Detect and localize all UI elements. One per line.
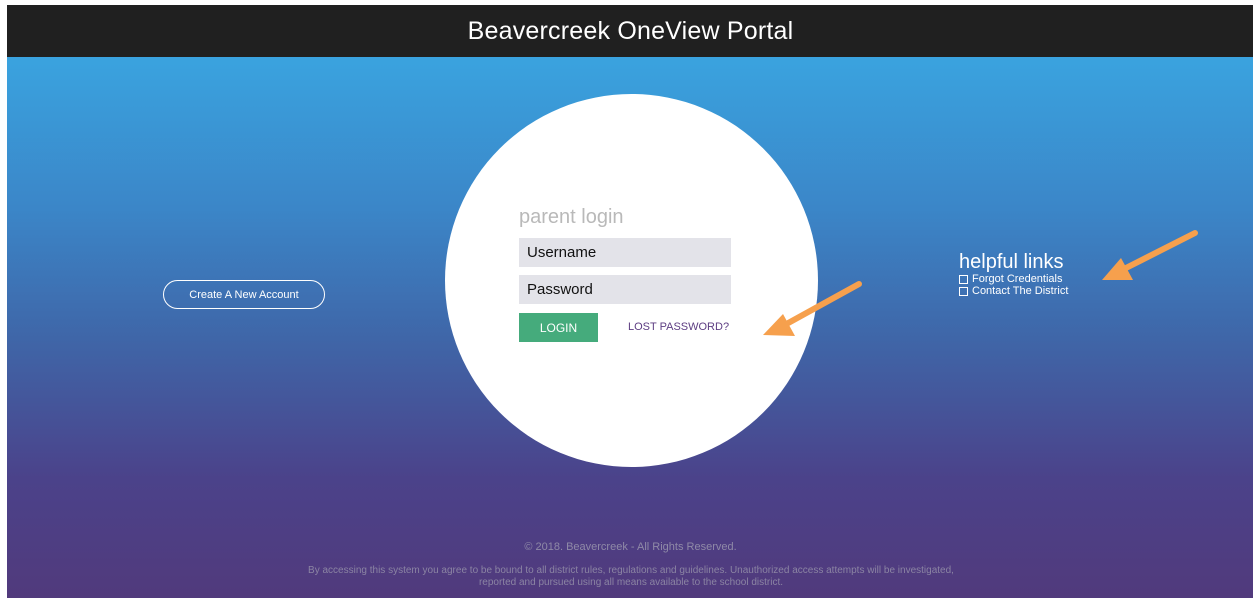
footer-disclaimer: By accessing this system you agree to be… [308,565,954,588]
password-field[interactable]: Password [519,275,731,304]
helpful-links-title: helpful links [959,251,1064,273]
lost-password-link[interactable]: LOST PASSWORD? [628,321,729,333]
contact-district-label: Contact The District [972,285,1069,297]
page-title: Beavercreek OneView Portal [467,16,794,45]
create-account-button[interactable]: Create A New Account [163,280,325,309]
checkbox-square-icon [959,274,968,284]
username-field[interactable]: Username [519,238,731,267]
checkbox-square-icon [959,286,968,296]
forgot-credentials-link[interactable]: Forgot Credentials [959,273,1068,285]
page-frame: Beavercreek OneView Portal Create A New … [7,5,1253,598]
contact-district-link[interactable]: Contact The District [959,285,1068,297]
login-heading: parent login [519,206,624,228]
main-content: Create A New Account parent login Userna… [7,57,1253,598]
forgot-credentials-label: Forgot Credentials [972,273,1063,285]
helpful-links-section: helpful links Forgot Credentials Contact… [959,251,1068,297]
footer-copyright: © 2018. Beavercreek - All Rights Reserve… [524,541,737,553]
login-button[interactable]: LOGIN [519,313,598,342]
top-header: Beavercreek OneView Portal [7,5,1253,57]
